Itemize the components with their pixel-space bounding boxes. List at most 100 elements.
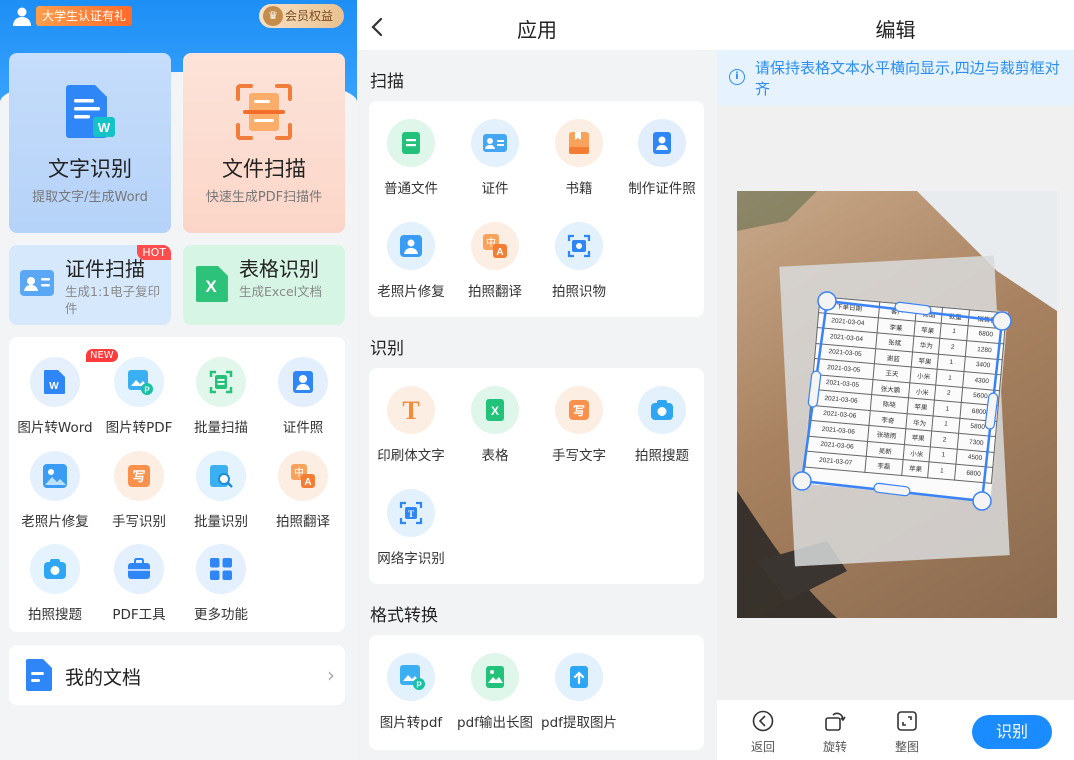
id-scan-title: 证件扫描 [65,257,145,281]
app-printed-text[interactable]: T 印刷体文字 [369,386,453,464]
tool-old-photo-restore[interactable]: 老照片修复 [13,451,97,530]
tool-batch-scan[interactable]: 批量扫描 [179,357,263,436]
excel-icon: X [196,266,228,302]
crown-icon: ♛ [263,6,283,26]
file-scan-title: 文件扫描 [222,157,306,181]
app-handwriting[interactable]: 写 手写文字 [537,386,621,464]
image-pdf-icon: P [128,370,153,395]
text-recognition-card[interactable]: W 文字识别 提取文字/生成Word [9,53,171,233]
app-web-text-recognition[interactable]: T 网络字识别 [369,489,453,567]
app-plain-document[interactable]: 普通文件 [369,119,453,197]
svg-text:A: A [304,477,311,488]
upload-file-icon [570,666,588,688]
camera-icon [651,400,673,420]
table-recognition-subtitle: 生成Excel文档 [239,284,323,299]
captured-photo: 下单日期 客户 商品 数量 销售额 2021-03-04 李蒹 苹果 1 6800 2021-03-… [737,191,1057,618]
scan-frame-icon [236,84,292,140]
old-photo-icon [43,464,67,488]
info-icon: i [729,69,745,85]
svg-text:P: P [144,386,150,395]
id-scan-subtitle: 生成1:1电子复印件 [65,284,161,316]
word-doc-icon: W [66,85,115,138]
rotate-icon [825,712,846,731]
translate-icon: 中A [291,464,315,488]
svg-text:写: 写 [573,404,585,418]
apps-header: 应用 [357,0,717,50]
recognize-button[interactable]: 识别 [972,715,1052,749]
editor-header: 编辑 [717,0,1074,50]
back-circle-icon [752,710,774,732]
app-pdf-to-long-image[interactable]: pdf输出长图 [453,653,537,731]
handwriting-icon: 写 [569,400,589,420]
app-old-photo-restore[interactable]: 老照片修复 [369,222,453,300]
text-recognition-title: 文字识别 [48,157,132,181]
full-image-button[interactable]: 整图 [887,710,927,755]
app-image-to-pdf[interactable]: P 图片转pdf [369,653,453,731]
expand-icon [897,711,917,731]
table-recognition-card[interactable]: X 表格识别 生成Excel文档 [183,245,345,325]
translate-icon: 中A [483,234,507,258]
book-icon [569,132,589,154]
app-photo-search[interactable]: 拍照搜题 [620,386,704,464]
svg-text:写: 写 [132,470,145,485]
student-promo-badge[interactable]: 大学生认证有礼 [36,6,133,26]
user-icon[interactable] [12,6,32,26]
long-image-icon [486,666,504,688]
chevron-right-icon: › [327,663,335,687]
alignment-tip: i 请保持表格文本水平横向显示,四边与裁剪框对齐 [717,50,1074,106]
svg-text:P: P [416,681,422,690]
recognize-section: T 印刷体文字 X 表格 写 手写文字 拍照搜题 T 网络字识别 [369,368,704,584]
section-title-recognize: 识别 [370,339,404,359]
svg-text:W: W [98,120,111,135]
handwriting-icon: 写 [128,465,150,487]
rotate-button[interactable]: 旋转 [815,710,855,755]
camera-icon [44,559,66,579]
text-recognition-subtitle: 提取文字/生成Word [32,190,148,205]
app-table[interactable]: X 表格 [453,386,537,464]
tool-handwriting-recognition[interactable]: 写 手写识别 [97,451,181,530]
home-panel: 大学生认证有礼 ♛ 会员权益 W 文字识别 提取文字/生成Word 文件扫描 快… [0,0,357,760]
file-scan-card[interactable]: 文件扫描 快速生成PDF扫描件 [183,53,345,233]
svg-text:X: X [205,277,217,296]
file-scan-subtitle: 快速生成PDF扫描件 [205,190,323,205]
app-make-id-photo[interactable]: 制作证件照 [620,119,704,197]
tools-grid: W NEW 图片转Word P 图片转PDF 批量扫描 证件照 老照片修复 写 … [9,337,345,632]
my-documents-label: 我的文档 [65,667,142,689]
app-photo-translate[interactable]: 中A 拍照翻译 [453,222,537,300]
excel-icon: X [486,399,504,421]
svg-text:W: W [49,381,59,392]
word-file-icon: W [44,370,65,394]
app-id-card[interactable]: 证件 [453,119,537,197]
app-book[interactable]: 书籍 [537,119,621,197]
editor-panel: 编辑 i 请保持表格文本水平横向显示,四边与裁剪框对齐 下单日期 客户 商品 数量 销售… [717,0,1074,760]
text-t-icon: T [402,396,419,424]
vip-benefits-button[interactable]: ♛ 会员权益 [259,4,344,28]
tool-image-to-pdf[interactable]: P 图片转PDF [97,357,181,436]
apps-title: 应用 [517,18,557,42]
app-pdf-extract-images[interactable]: pdf提取图片 [537,653,621,731]
table-recognition-title: 表格识别 [239,257,319,281]
batch-recognition-icon [210,465,233,488]
my-documents-row[interactable]: 我的文档 › [9,645,345,705]
tool-photo-translate[interactable]: 中A 拍照翻译 [261,451,345,530]
editor-toolbar: 返回 旋转 整图 识别 [717,700,1074,760]
tool-batch-recognition[interactable]: 批量识别 [179,451,263,530]
app-object-recognition[interactable]: 拍照识物 [537,222,621,300]
tool-more-features[interactable]: 更多功能 [179,544,263,623]
tool-pdf-tools[interactable]: PDF工具 [97,544,181,623]
tool-photo-search[interactable]: 拍照搜题 [13,544,97,623]
convert-section: P 图片转pdf pdf输出长图 pdf提取图片 [369,635,704,750]
object-scan-icon [567,234,591,258]
hot-badge: HOT [137,245,171,260]
id-scan-card[interactable]: 证件扫描 生成1:1电子复印件 HOT [9,245,171,325]
section-title-scan: 扫描 [370,72,404,92]
back-button[interactable]: 返回 [743,710,783,755]
web-text-icon: T [399,501,423,525]
tool-id-photo[interactable]: 证件照 [261,357,345,436]
scan-section: 普通文件 证件 书籍 制作证件照 老照片修复 中A 拍照翻译 拍照识物 [369,101,704,317]
apps-panel: 应用 扫描 普通文件 证件 书籍 制作证件照 老照片修复 中A 拍照翻译 拍照识… [357,0,717,760]
id-photo-icon [293,371,313,393]
image-pdf-icon: P [400,665,425,690]
tool-image-to-word[interactable]: W NEW 图片转Word [13,349,118,436]
document-icon [26,659,52,691]
